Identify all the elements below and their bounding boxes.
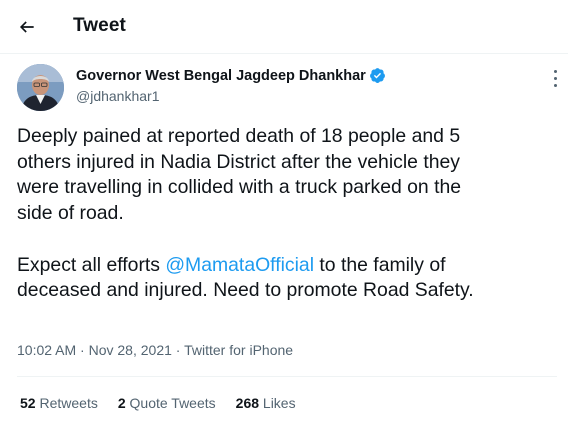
tweet-text-segment: Expect all efforts [17,253,166,276]
page-title: Tweet [73,15,126,36]
avatar[interactable] [17,64,64,111]
author-handle[interactable]: @jdhankhar1 [76,88,160,104]
tweet-source[interactable]: Twitter for iPhone [184,342,293,358]
likes-label: Likes [262,395,296,411]
mention-link[interactable]: @MamataOfficial [165,254,314,276]
tweet-text-segment: to the family of [314,253,446,276]
quote-tweets-stat[interactable]: 2 Quote Tweets [118,395,216,411]
likes-stat[interactable]: 268 Likes [236,395,296,411]
tweet-metadata: 10:02 AM · Nov 28, 2021 · Twitter for iP… [17,342,293,358]
retweets-stat[interactable]: 52 Retweets [20,395,98,411]
tweet-text-line: were travelling in collided with a truck… [17,176,462,199]
back-button[interactable] [9,10,45,44]
retweets-label: Retweets [39,395,98,411]
tweet-text: Deeply pained at reported death of 18 pe… [17,124,557,304]
meta-separator: · [171,342,185,358]
stats-divider [17,376,557,377]
tweet-stats: 52 Retweets 2 Quote Tweets 268 Likes [20,395,316,411]
tweet-text-line: Expect all efforts @MamataOfficial to th… [17,253,557,279]
tweet-date[interactable]: Nov 28, 2021 [89,342,172,358]
tweet-text-line: side of road. [17,202,124,225]
author-name-link[interactable]: Governor West Bengal Jagdeep Dhankhar [76,67,386,84]
tweet-text-line: others injured in Nadia District after t… [17,150,460,173]
header-divider [0,53,568,54]
tweet-text-line: deceased and injured. Need to promote Ro… [17,279,474,302]
quote-tweets-label: Quote Tweets [129,395,216,411]
verified-badge-icon [369,68,385,83]
retweets-count: 52 [20,395,36,411]
quote-tweets-count: 2 [117,395,126,411]
arrow-left-icon [19,21,34,33]
likes-count: 268 [235,395,260,411]
tweet-time[interactable]: 10:02 AM [17,342,76,358]
top-bar: Tweet [0,0,568,53]
more-options-button[interactable] [546,64,566,94]
meta-separator: · [76,342,89,358]
tweet-text-line: Deeply pained at reported death of 18 pe… [17,125,461,147]
tweet-author: Governor West Bengal Jagdeep Dhankhar @j… [17,64,557,114]
author-name: Governor West Bengal Jagdeep Dhankhar [76,67,366,84]
